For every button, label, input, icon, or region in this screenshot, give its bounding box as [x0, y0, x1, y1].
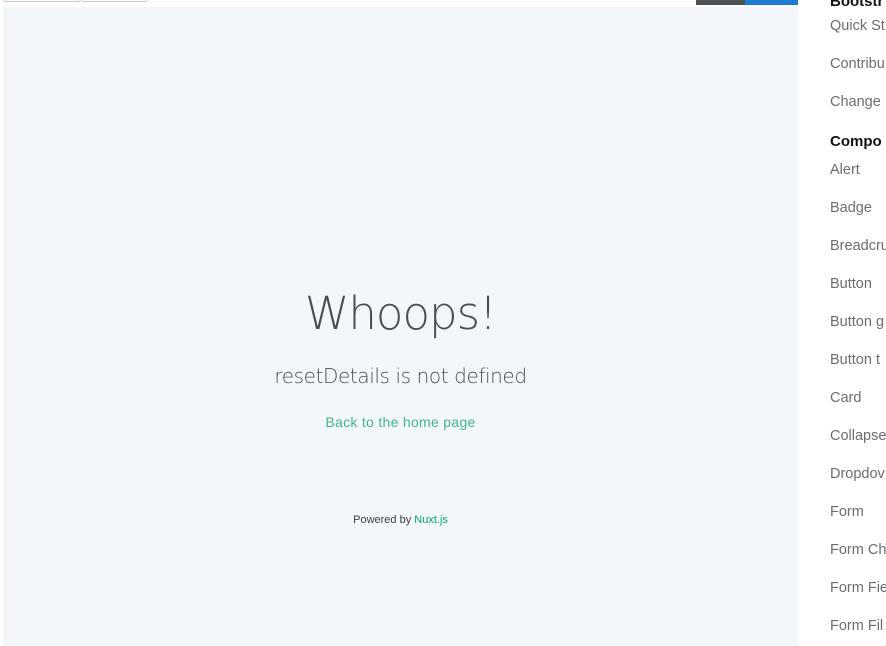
sidebar-item-quick-start[interactable]: Quick St: [830, 18, 885, 34]
top-dark-button[interactable]: [696, 0, 745, 5]
sidebar-item-contributing[interactable]: Contribu: [830, 56, 885, 72]
sidebar-item-button-toolbar[interactable]: Button t: [830, 352, 880, 368]
sidebar-item-button-group[interactable]: Button g: [830, 314, 884, 330]
error-panel: Whoops! resetDetails is not defined Back…: [3, 7, 798, 646]
sidebar-heading-bootstrap[interactable]: Bootstr: [830, 0, 883, 10]
sidebar-item-alert[interactable]: Alert: [830, 162, 860, 178]
sidebar-item-changelog[interactable]: Change: [830, 94, 881, 110]
error-title: Whoops!: [304, 287, 497, 340]
powered-by: Powered by Nuxt.js: [3, 514, 798, 526]
powered-by-label: Powered by: [353, 514, 412, 526]
sidebar-nav: Bootstr Quick St Contribu Change Compo A…: [798, 0, 886, 646]
home-page-link[interactable]: Back to the home page: [3, 414, 798, 430]
sidebar-item-badge[interactable]: Badge: [830, 200, 872, 216]
top-tab-strip: [3, 0, 148, 3]
sidebar-item-breadcrumb[interactable]: Breadcru: [830, 238, 886, 254]
error-message: resetDetails is not defined: [274, 364, 527, 388]
sidebar-item-dropdown[interactable]: Dropdov: [830, 466, 885, 482]
sidebar-item-collapse[interactable]: Collapse: [830, 428, 886, 444]
sidebar-item-form-checkbox[interactable]: Form Ch: [830, 542, 886, 558]
sidebar-item-button[interactable]: Button: [830, 276, 872, 292]
sidebar-item-form-fieldset[interactable]: Form Fie: [830, 580, 886, 596]
top-button-group: [696, 0, 798, 5]
sidebar-item-form[interactable]: Form: [830, 504, 864, 520]
sidebar-item-form-file[interactable]: Form Fil: [830, 618, 883, 634]
top-tab-1[interactable]: [3, 0, 81, 2]
sidebar-heading-components[interactable]: Compo: [830, 133, 882, 150]
nuxt-link[interactable]: Nuxt.js: [414, 514, 448, 526]
top-tab-2[interactable]: [81, 0, 148, 2]
sidebar-item-card[interactable]: Card: [830, 390, 861, 406]
top-blue-button[interactable]: [745, 0, 798, 5]
